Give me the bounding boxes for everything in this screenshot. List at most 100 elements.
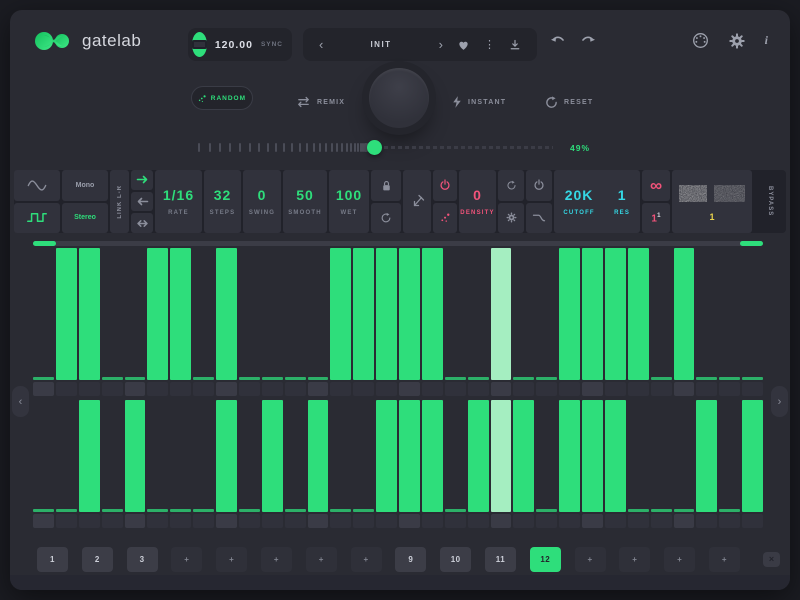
step-cell[interactable] <box>422 400 443 512</box>
substep-cell[interactable] <box>56 514 77 528</box>
substep-cell[interactable] <box>308 514 329 528</box>
settings-button[interactable] <box>729 33 745 49</box>
pattern-slot-add[interactable]: + <box>664 547 695 572</box>
substep-cell[interactable] <box>193 514 214 528</box>
substep-cell[interactable] <box>696 382 717 396</box>
step-cell[interactable] <box>468 400 489 512</box>
undo-button[interactable] <box>550 34 566 45</box>
bypass-toggle[interactable]: BYPASS <box>754 170 786 233</box>
cycle-button[interactable] <box>371 203 401 234</box>
step-cell[interactable] <box>742 248 763 380</box>
steps-control[interactable]: 32 STEPS <box>204 170 241 233</box>
substep-cell[interactable] <box>239 514 260 528</box>
favorite-button[interactable] <box>451 39 476 51</box>
density-power-button[interactable] <box>433 170 457 201</box>
sync-toggle[interactable]: SYNC <box>261 41 283 48</box>
substep-cell[interactable] <box>125 514 146 528</box>
step-cell[interactable] <box>536 248 557 380</box>
substep-cell[interactable] <box>376 514 397 528</box>
substep-cell[interactable] <box>491 514 512 528</box>
step-cell[interactable] <box>445 248 466 380</box>
step-cell[interactable] <box>719 400 740 512</box>
substep-cell[interactable] <box>719 514 740 528</box>
link-lr-toggle[interactable]: LINK L-R <box>110 170 129 233</box>
mono-button[interactable]: Mono <box>62 170 108 201</box>
loop-end-handle[interactable] <box>740 241 763 246</box>
step-cell-playhead[interactable] <box>491 400 512 512</box>
info-button[interactable]: i <box>765 33 768 48</box>
step-cell[interactable] <box>559 248 580 380</box>
step-cell[interactable] <box>216 248 237 380</box>
substep-cell[interactable] <box>33 514 54 528</box>
pattern-slot-10[interactable]: 10 <box>440 547 471 572</box>
substep-cell[interactable] <box>102 514 123 528</box>
step-cell[interactable] <box>56 400 77 512</box>
step-cell[interactable] <box>33 248 54 380</box>
pattern-slot-2[interactable]: 2 <box>82 547 113 572</box>
direction-backward-button[interactable] <box>131 192 153 212</box>
substep-cell[interactable] <box>308 382 329 396</box>
step-cell[interactable] <box>651 400 672 512</box>
pattern-slot-add[interactable]: + <box>351 547 382 572</box>
preset-menu-button[interactable]: ⋮ <box>478 38 501 51</box>
scroll-right-button[interactable]: › <box>771 386 788 417</box>
substep-cell[interactable] <box>125 382 146 396</box>
pattern-slot-add[interactable]: + <box>171 547 202 572</box>
substep-cell[interactable] <box>674 382 695 396</box>
substep-cell[interactable] <box>56 382 77 396</box>
step-cell[interactable] <box>330 248 351 380</box>
substep-cell[interactable] <box>605 514 626 528</box>
step-cell[interactable] <box>513 248 534 380</box>
direction-forward-button[interactable] <box>131 170 153 190</box>
substep-cell[interactable] <box>33 382 54 396</box>
step-cell[interactable] <box>628 248 649 380</box>
substep-cell[interactable] <box>582 514 603 528</box>
lock-button[interactable] <box>371 170 401 201</box>
pattern-slot-add[interactable]: + <box>261 547 292 572</box>
filter-type-button[interactable] <box>526 203 552 234</box>
substep-cell[interactable] <box>445 382 466 396</box>
generator-knob[interactable] <box>369 68 429 128</box>
step-cell[interactable] <box>399 248 420 380</box>
step-cell[interactable] <box>308 400 329 512</box>
substep-cell[interactable] <box>536 514 557 528</box>
filter-settings-button[interactable] <box>498 203 524 234</box>
pattern-slot-add[interactable]: + <box>216 547 247 572</box>
step-cell[interactable] <box>262 400 283 512</box>
substep-cell[interactable] <box>719 382 740 396</box>
filter-controls[interactable]: 20K CUTOFF 1 RES <box>554 170 640 233</box>
midi-button[interactable] <box>692 32 709 49</box>
substep-cell[interactable] <box>216 514 237 528</box>
step-cell[interactable] <box>102 400 123 512</box>
step-cell[interactable] <box>170 400 191 512</box>
redo-button[interactable] <box>580 34 596 45</box>
substep-cell[interactable] <box>239 382 260 396</box>
instant-button[interactable]: INSTANT <box>452 95 506 109</box>
substep-cell[interactable] <box>559 382 580 396</box>
step-cell[interactable] <box>536 400 557 512</box>
step-cell[interactable] <box>468 248 489 380</box>
step-cell[interactable] <box>125 400 146 512</box>
throw-dice-cell[interactable] <box>403 170 431 233</box>
step-cell[interactable] <box>79 400 100 512</box>
density-control[interactable]: 0 DENSITY <box>459 170 496 233</box>
loop-start-handle[interactable] <box>33 241 56 246</box>
pattern-slot-add[interactable]: + <box>306 547 337 572</box>
step-cell[interactable] <box>330 400 351 512</box>
step-cell[interactable] <box>376 400 397 512</box>
substep-cell[interactable] <box>79 382 100 396</box>
filter-cycle-button[interactable] <box>498 170 524 201</box>
substep-cell[interactable] <box>330 514 351 528</box>
substep-cell[interactable] <box>147 514 168 528</box>
substep-cell[interactable] <box>216 382 237 396</box>
substep-cell[interactable] <box>628 514 649 528</box>
step-cell[interactable] <box>147 400 168 512</box>
substep-cell[interactable] <box>399 514 420 528</box>
pattern-slot-add[interactable]: + <box>709 547 740 572</box>
step-cell[interactable] <box>376 248 397 380</box>
substep-cell[interactable] <box>468 382 489 396</box>
rate-control[interactable]: 1/16 RATE <box>155 170 202 233</box>
remix-button[interactable]: REMIX <box>296 96 345 108</box>
substep-cell[interactable] <box>353 514 374 528</box>
substep-cell[interactable] <box>513 382 534 396</box>
